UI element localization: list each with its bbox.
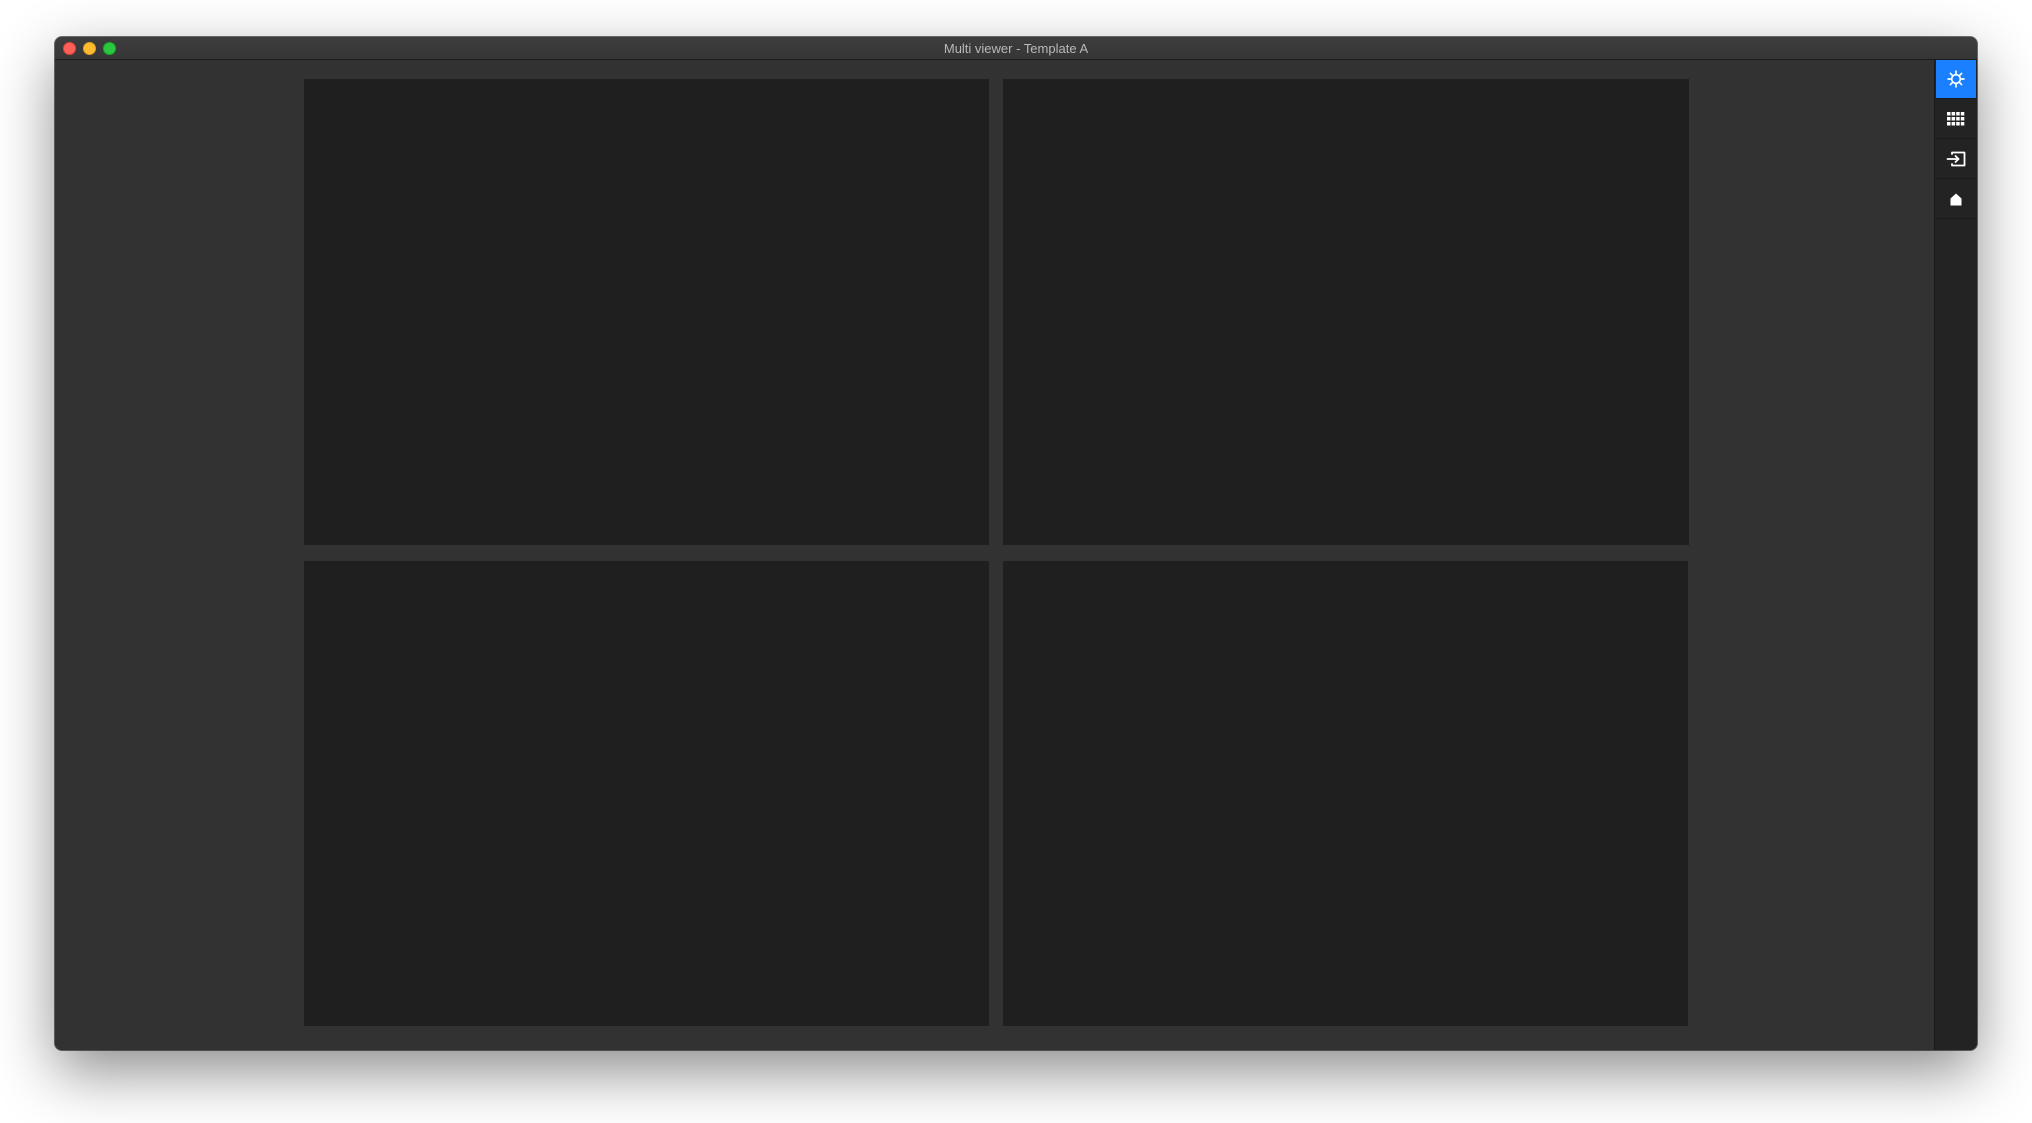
right-toolbar	[1934, 60, 1977, 1050]
settings-button[interactable]	[1936, 60, 1976, 99]
viewer-area	[55, 60, 1934, 1050]
app-window: Multi viewer - Template A	[55, 37, 1977, 1050]
viewer-panel-bottom-left[interactable]	[304, 561, 989, 1026]
input-icon	[1946, 151, 1966, 167]
input-source-button[interactable]	[1936, 140, 1976, 179]
window-title: Multi viewer - Template A	[943, 41, 1089, 56]
gear-icon	[1947, 70, 1965, 88]
home-icon	[1950, 193, 1962, 205]
layout-grid-button[interactable]	[1936, 100, 1976, 139]
viewer-panel-top-right[interactable]	[1003, 79, 1689, 545]
title-bar[interactable]: Multi viewer - Template A	[55, 37, 1977, 60]
viewer-panel-top-left[interactable]	[304, 79, 989, 545]
home-button[interactable]	[1936, 180, 1976, 219]
grid-icon	[1947, 112, 1965, 126]
viewer-panel-bottom-right[interactable]	[1003, 561, 1688, 1026]
